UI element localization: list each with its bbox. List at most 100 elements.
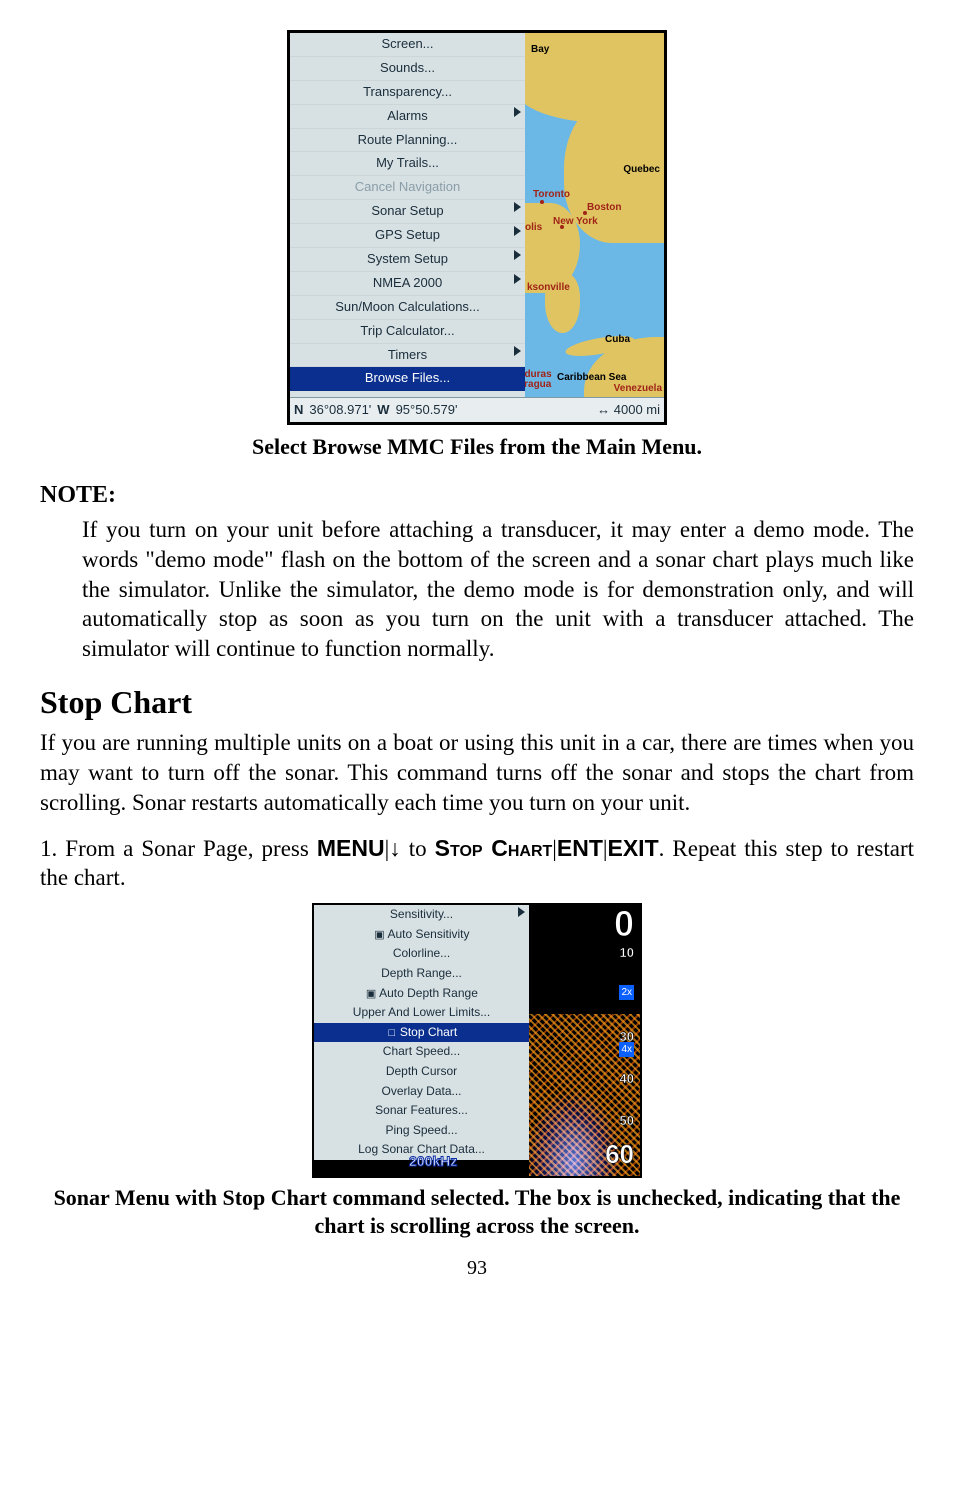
key-menu: MENU xyxy=(317,835,385,861)
menu-item-label: Ping Speed... xyxy=(385,1123,457,1137)
menu-item-cancel-navigation: Cancel Navigation xyxy=(290,176,525,200)
menu-item-chart-speed[interactable]: Chart Speed... xyxy=(314,1042,529,1062)
menu-item-ping-speed[interactable]: Ping Speed... xyxy=(314,1121,529,1141)
main-menu-panel: Screen... Sounds... Transparency... Alar… xyxy=(290,33,525,397)
menu-item-label: Route Planning... xyxy=(358,132,458,147)
menu-item-label: Alarms xyxy=(387,108,427,123)
menu-item-label: Transparency... xyxy=(363,84,452,99)
menu-item-sun-moon[interactable]: Sun/Moon Calculations... xyxy=(290,296,525,320)
map-canvas: Bay Quebec Toronto Boston New York olis … xyxy=(525,33,664,397)
chevron-right-icon xyxy=(514,226,521,236)
map-label-quebec: Quebec xyxy=(623,163,660,176)
map-label-olis: olis xyxy=(525,221,542,234)
menu-item-label: Sonar Features... xyxy=(375,1103,468,1117)
menu-item-label: Cancel Navigation xyxy=(355,179,461,194)
menu-item-trip-calculator[interactable]: Trip Calculator... xyxy=(290,320,525,344)
map-label-cuba: Cuba xyxy=(605,333,630,346)
sonar-chart-area: 0 10 20 2x 30 4x 40 50 60 xyxy=(529,905,640,1176)
menu-item-label: Depth Cursor xyxy=(386,1064,457,1078)
status-lat: 36°08.971' xyxy=(309,402,371,419)
menu-item-label: Chart Speed... xyxy=(383,1044,460,1058)
menu-item-auto-sensitivity[interactable]: Auto Sensitivity xyxy=(314,925,529,945)
menu-item-sounds[interactable]: Sounds... xyxy=(290,57,525,81)
note-body: If you turn on your unit before attachin… xyxy=(82,515,914,664)
section-step: 1. From a Sonar Page, press MENU|↓ to St… xyxy=(40,834,914,894)
depth-tick: 40 xyxy=(620,1071,634,1088)
chevron-right-icon xyxy=(518,907,525,917)
step-text: 1. From a Sonar Page, press xyxy=(40,836,317,861)
screenshot-sonar-menu: Sensitivity... Auto Sensitivity Colorlin… xyxy=(312,903,642,1178)
menu-item-label: Auto Depth Range xyxy=(379,986,478,1000)
figure2-caption: Sonar Menu with Stop Chart command selec… xyxy=(40,1184,914,1239)
key-ent: ENT xyxy=(557,835,603,861)
menu-item-upper-lower-limits[interactable]: Upper And Lower Limits... xyxy=(314,1003,529,1023)
menu-item-auto-depth-range[interactable]: Auto Depth Range xyxy=(314,984,529,1004)
menu-item-overlay-data[interactable]: Overlay Data... xyxy=(314,1082,529,1102)
map-city-dot xyxy=(560,225,564,229)
section-heading: Stop Chart xyxy=(40,682,914,724)
key-stop-chart: Stop Chart xyxy=(435,835,553,861)
menu-item-nmea-2000[interactable]: NMEA 2000 xyxy=(290,272,525,296)
chevron-right-icon xyxy=(514,274,521,284)
menu-item-sonar-features[interactable]: Sonar Features... xyxy=(314,1101,529,1121)
menu-item-gps-setup[interactable]: GPS Setup xyxy=(290,224,525,248)
menu-item-label: Trip Calculator... xyxy=(360,323,454,338)
menu-item-depth-range[interactable]: Depth Range... xyxy=(314,964,529,984)
sonar-menu-panel: Sensitivity... Auto Sensitivity Colorlin… xyxy=(314,905,529,1160)
menu-item-label: NMEA 2000 xyxy=(373,275,442,290)
menu-item-browse-files[interactable]: Browse Files... xyxy=(290,367,525,391)
menu-item-label: My Trails... xyxy=(376,155,439,170)
depth-tick: 60 xyxy=(605,1138,634,1172)
menu-item-label: GPS Setup xyxy=(375,227,440,242)
chevron-right-icon xyxy=(514,346,521,356)
step-text: |↓ to xyxy=(385,836,435,861)
menu-item-screen[interactable]: Screen... xyxy=(290,33,525,57)
map-label-ksonville: ksonville xyxy=(527,281,570,294)
status-w: W xyxy=(377,402,389,419)
chevron-right-icon xyxy=(514,250,521,260)
menu-item-transparency[interactable]: Transparency... xyxy=(290,81,525,105)
figure1-caption: Select Browse MMC Files from the Main Me… xyxy=(40,433,914,462)
menu-item-route-planning[interactable]: Route Planning... xyxy=(290,129,525,153)
menu-item-label: Overlay Data... xyxy=(381,1084,461,1098)
map-label-boston: Boston xyxy=(587,201,621,214)
menu-item-label: Sounds... xyxy=(380,60,435,75)
screenshot-map-menu: Screen... Sounds... Transparency... Alar… xyxy=(287,30,667,425)
note-heading: NOTE: xyxy=(40,480,914,511)
map-city-dot xyxy=(540,200,544,204)
menu-item-colorline[interactable]: Colorline... xyxy=(314,944,529,964)
speed-badge-4x: 4x xyxy=(619,1042,634,1057)
figure-sonar-menu: Sensitivity... Auto Sensitivity Colorlin… xyxy=(40,903,914,1178)
menu-item-label: Colorline... xyxy=(393,946,450,960)
status-bar: N 36°08.971' W 95°50.579' 4000 mi xyxy=(290,397,664,422)
key-exit: EXIT xyxy=(608,835,659,861)
chevron-right-icon xyxy=(514,202,521,212)
map-label-venezuela: Venezuela xyxy=(614,382,662,395)
menu-item-depth-cursor[interactable]: Depth Cursor xyxy=(314,1062,529,1082)
menu-item-stop-chart[interactable]: Stop Chart xyxy=(314,1023,529,1043)
menu-item-label: Auto Sensitivity xyxy=(387,927,469,941)
menu-item-sonar-setup[interactable]: Sonar Setup xyxy=(290,200,525,224)
menu-item-label: Timers xyxy=(388,347,427,362)
map-label-nicaragua: Nicaragua xyxy=(525,378,551,391)
menu-item-label: System Setup xyxy=(367,251,448,266)
menu-item-alarms[interactable]: Alarms xyxy=(290,105,525,129)
menu-item-label: Sensitivity... xyxy=(390,907,453,921)
menu-item-label: Browse Files... xyxy=(365,370,450,385)
menu-item-my-trails[interactable]: My Trails... xyxy=(290,152,525,176)
menu-item-system-setup[interactable]: System Setup xyxy=(290,248,525,272)
menu-item-label: Stop Chart xyxy=(400,1025,457,1039)
depth-scale: 0 10 20 2x 30 4x 40 50 60 xyxy=(606,907,636,1172)
menu-item-timers[interactable]: Timers xyxy=(290,344,525,368)
status-lon: 95°50.579' xyxy=(396,402,458,419)
menu-item-label: Depth Range... xyxy=(381,966,462,980)
status-n: N xyxy=(294,402,303,419)
chevron-right-icon xyxy=(514,107,521,117)
section-paragraph: If you are running multiple units on a b… xyxy=(40,728,914,818)
menu-item-label: Screen... xyxy=(381,36,433,51)
depth-tick: 50 xyxy=(620,1113,634,1130)
status-distance: 4000 mi xyxy=(597,402,660,419)
depth-tick: 10 xyxy=(620,945,634,962)
page-number: 93 xyxy=(40,1255,914,1281)
menu-item-sensitivity[interactable]: Sensitivity... xyxy=(314,905,529,925)
